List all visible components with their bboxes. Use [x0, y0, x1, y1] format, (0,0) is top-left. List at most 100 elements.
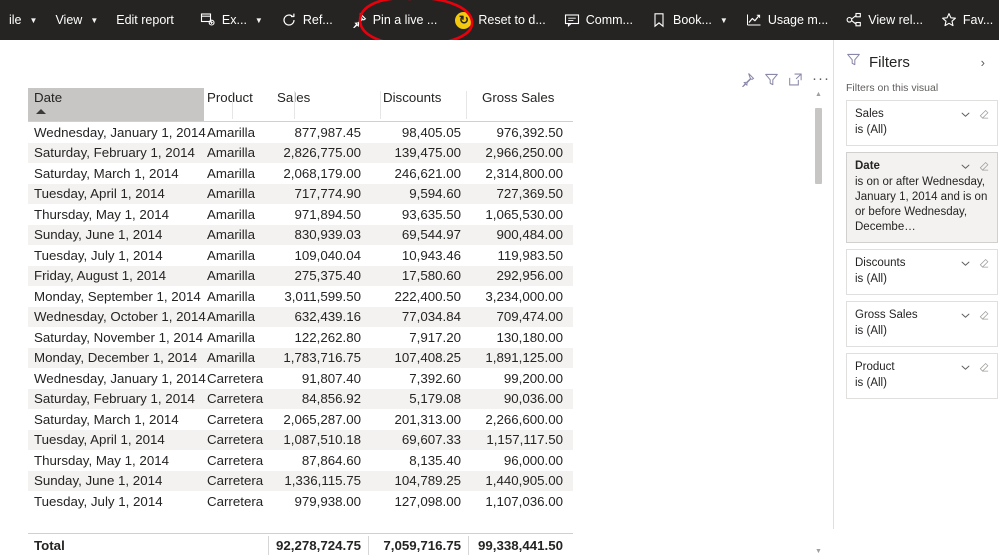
cell-gross-sales: 292,956.00 [496, 268, 563, 284]
cell-gross-sales: 130,180.00 [496, 329, 563, 345]
refresh-button[interactable]: Ref... [272, 0, 342, 40]
cell-product: Carretera [207, 432, 264, 448]
pin-live-page-button[interactable]: Pin a live ... [342, 0, 447, 40]
cell-gross-sales: 1,065,530.00 [485, 206, 563, 222]
filters-section-label: Filters on this visual [846, 82, 939, 94]
comment-icon [564, 12, 580, 28]
view-related-button[interactable]: View rel... [837, 0, 932, 40]
table-row[interactable]: Sunday, June 1, 2014 Amarilla 830,939.03 69… [28, 224, 573, 245]
filter-icon [846, 52, 861, 72]
favorite-button[interactable]: Fav... [932, 0, 999, 40]
table-row[interactable]: Sunday, June 1, 2014 Carretera 1,336,115.7… [28, 470, 573, 491]
reset-to-default-button[interactable]: ↻ Reset to d... [446, 0, 554, 40]
edit-report-button[interactable]: Edit report [107, 0, 183, 40]
table-row[interactable]: Tuesday, July 1, 2014 Carretera 979,938.00… [28, 491, 573, 512]
table-row[interactable]: Wednesday, October 1, 2014 Amarilla 632,43… [28, 306, 573, 327]
comments-label: Comm... [585, 12, 633, 27]
clear-filter-icon[interactable] [978, 257, 990, 269]
comments-button[interactable]: Comm... [555, 0, 642, 40]
view-menu-label: View [55, 12, 83, 27]
table-row[interactable]: Monday, December 1, 2014 Amarilla 1,783,71… [28, 347, 573, 368]
clear-filter-icon[interactable] [978, 160, 990, 172]
cell-gross-sales: 900,484.00 [496, 227, 563, 243]
scroll-up-icon[interactable]: ▲ [812, 88, 825, 101]
filter-card-product[interactable]: Product is (All) [846, 353, 998, 399]
cell-date: Tuesday, April 1, 2014 [34, 186, 165, 202]
total-label: Total [34, 537, 65, 553]
clear-filter-icon[interactable] [978, 361, 990, 373]
cell-discounts: 222,400.50 [394, 288, 461, 304]
table-row[interactable]: Saturday, March 1, 2014 Carretera 2,065,28… [28, 409, 573, 430]
chevron-right-icon[interactable]: › [981, 55, 989, 70]
export-icon [200, 12, 216, 28]
table-row[interactable]: Saturday, March 1, 2014 Amarilla 2,068,179… [28, 163, 573, 184]
table-row[interactable]: Saturday, November 1, 2014 Amarilla 122,26… [28, 327, 573, 348]
scrollbar-thumb[interactable] [815, 108, 822, 184]
chevron-down-icon[interactable] [959, 108, 971, 120]
filter-card-date[interactable]: Date is on or after Wednesday, January 1,… [846, 152, 998, 243]
cell-product: Amarilla [207, 288, 256, 304]
export-button[interactable]: Ex... ▼ [191, 0, 272, 40]
filter-icon[interactable] [764, 71, 779, 87]
cell-gross-sales: 119,983.50 [497, 247, 563, 263]
filter-card-gross-sales[interactable]: Gross Sales is (All) [846, 301, 998, 347]
table-row[interactable]: Friday, August 1, 2014 Amarilla 275,375.40… [28, 265, 573, 286]
scroll-down-icon[interactable]: ▼ [812, 545, 825, 558]
usage-metrics-icon [746, 12, 762, 28]
table-row[interactable]: Saturday, February 1, 2014 Amarilla 2,826,… [28, 142, 573, 163]
column-header-date[interactable]: Date [28, 88, 204, 121]
chevron-down-icon[interactable] [959, 309, 971, 321]
filter-card-sales[interactable]: Sales is (All) [846, 100, 998, 146]
chevron-down-icon[interactable] [959, 160, 971, 172]
filter-card-value: is (All) [855, 325, 887, 337]
refresh-label: Ref... [302, 12, 333, 27]
column-header-gross-sales[interactable]: Gross Sales [468, 88, 570, 105]
table-row[interactable]: Saturday, February 1, 2014 Carretera 84,85… [28, 388, 573, 409]
usage-metrics-button[interactable]: Usage m... [737, 0, 837, 40]
chevron-down-icon[interactable] [959, 257, 971, 269]
cell-gross-sales: 90,036.00 [503, 391, 563, 407]
filters-pane-title: Filters [869, 53, 910, 71]
cell-sales: 2,068,179.00 [283, 165, 361, 181]
table-row[interactable]: Tuesday, April 1, 2014 Amarilla 717,774.90… [28, 183, 573, 204]
table-vertical-scrollbar[interactable]: ▲ ▼ [812, 88, 825, 558]
cell-sales: 1,087,510.18 [283, 432, 361, 448]
cell-product: Amarilla [207, 186, 256, 202]
visual-header: ··· [740, 68, 830, 90]
cell-product: Amarilla [207, 350, 256, 366]
table-header-row: Date Product Sales Discounts Gross Sales [28, 88, 573, 122]
visual-more-options-icon[interactable]: ··· [812, 71, 830, 86]
column-header-sales[interactable]: Sales [268, 88, 368, 105]
cell-date: Monday, September 1, 2014 [34, 288, 201, 304]
favorite-label: Fav... [962, 12, 994, 27]
filter-card-name: Product [855, 361, 895, 373]
cell-product: Amarilla [207, 145, 256, 161]
column-header-product[interactable]: Product [206, 88, 268, 105]
table-row[interactable]: Thursday, May 1, 2014 Carretera 87,864.60 8… [28, 450, 573, 471]
table-row[interactable]: Monday, September 1, 2014 Amarilla 3,011,5… [28, 286, 573, 307]
file-menu-label: ile [9, 12, 22, 27]
filter-card-value: is (All) [855, 124, 887, 136]
table-row[interactable]: Wednesday, January 1, 2014 Carretera 91,80… [28, 368, 573, 389]
usage-metrics-label: Usage m... [767, 12, 829, 27]
view-menu[interactable]: View ▼ [46, 0, 107, 40]
table-row[interactable]: Thursday, May 1, 2014 Amarilla 971,894.50 9… [28, 204, 573, 225]
total-discounts: 7,059,716.75 [383, 537, 461, 553]
cell-discounts: 69,607.33 [401, 432, 461, 448]
cell-date: Wednesday, October 1, 2014 [34, 309, 206, 325]
focus-mode-icon[interactable] [788, 71, 803, 87]
bookmarks-button[interactable]: Book... ▼ [642, 0, 737, 40]
file-menu[interactable]: ile ▼ [0, 0, 46, 40]
column-header-discounts[interactable]: Discounts [368, 88, 468, 105]
cell-date: Saturday, March 1, 2014 [34, 411, 179, 427]
table-row[interactable]: Tuesday, July 1, 2014 Amarilla 109,040.04 1… [28, 245, 573, 266]
clear-filter-icon[interactable] [978, 309, 990, 321]
clear-filter-icon[interactable] [978, 108, 990, 120]
chevron-down-icon[interactable] [959, 361, 971, 373]
table-row[interactable]: Wednesday, January 1, 2014 Amarilla 877,98… [28, 122, 573, 143]
cell-product: Amarilla [207, 165, 256, 181]
cell-product: Amarilla [207, 227, 256, 243]
table-row[interactable]: Tuesday, April 1, 2014 Carretera 1,087,510… [28, 429, 573, 450]
filter-card-discounts[interactable]: Discounts is (All) [846, 249, 998, 295]
pin-icon[interactable] [740, 71, 755, 87]
